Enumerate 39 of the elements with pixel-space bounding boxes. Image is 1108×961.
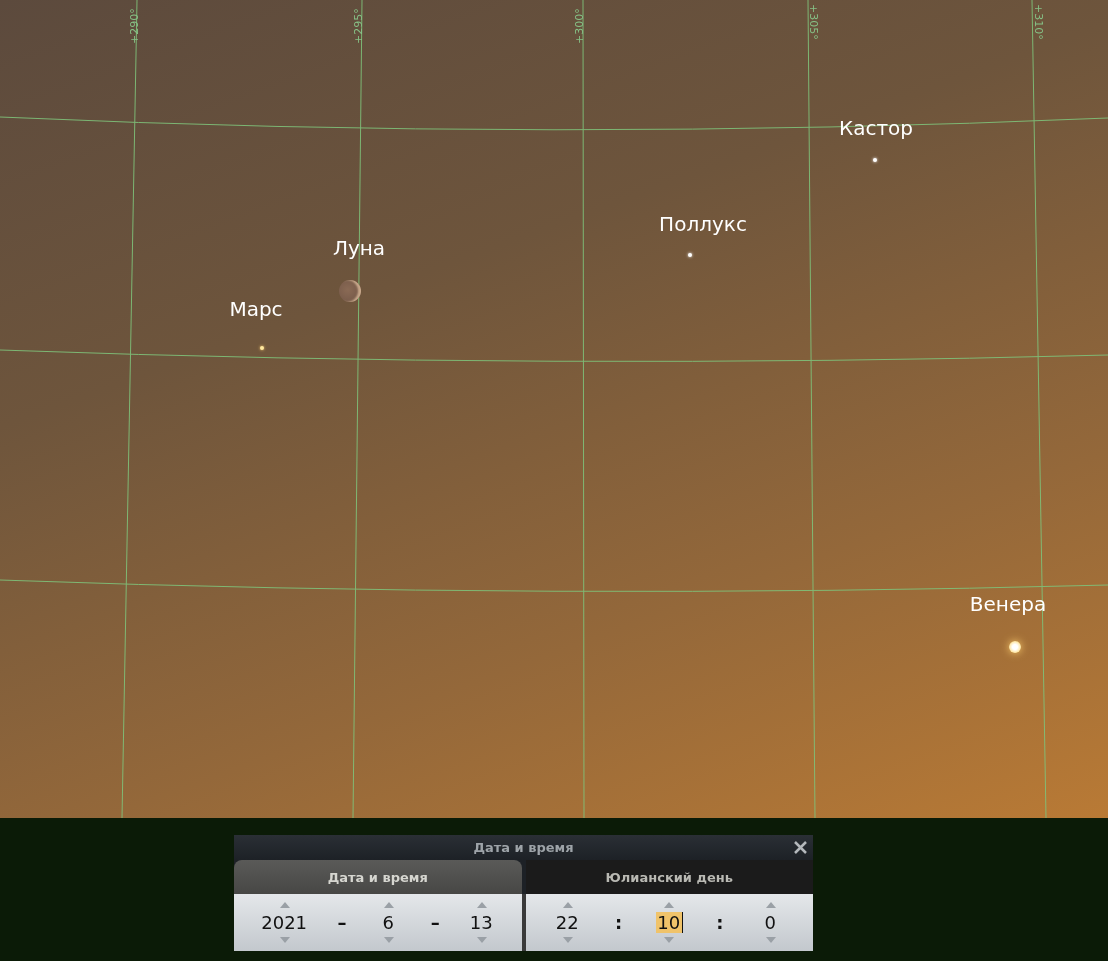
down-arrow-icon[interactable]	[476, 937, 487, 943]
tab[interactable]: Дата и время	[234, 860, 522, 894]
up-arrow-icon[interactable]	[664, 902, 675, 908]
grid-degree-label: +300°	[573, 8, 586, 44]
moon-icon[interactable]	[339, 280, 361, 302]
spinbox-field[interactable]: 6	[375, 912, 403, 933]
separator: :	[716, 912, 724, 933]
up-arrow-icon[interactable]	[765, 902, 776, 908]
object-name-label: Кастор	[839, 116, 913, 140]
grid-degree-label: +305°	[807, 4, 820, 40]
down-arrow-icon[interactable]	[664, 937, 675, 943]
tab[interactable]: Юлианский день	[525, 860, 813, 894]
object-name-label: Луна	[332, 236, 386, 260]
separator: –	[337, 912, 347, 933]
object-name-label: Венера	[969, 592, 1047, 616]
down-arrow-icon[interactable]	[383, 937, 394, 943]
down-arrow-icon[interactable]	[279, 937, 290, 943]
up-arrow-icon[interactable]	[383, 902, 394, 908]
grid-degree-label: +310°	[1032, 4, 1045, 40]
separator: :	[614, 912, 623, 933]
up-arrow-icon[interactable]	[476, 902, 487, 908]
grid-degree-label: +295°	[352, 8, 365, 44]
grid-degree-label: +290°	[128, 8, 141, 44]
planet-icon[interactable]	[260, 346, 264, 350]
up-arrow-icon[interactable]	[562, 902, 573, 908]
spinbox-field[interactable]: 10	[655, 912, 683, 933]
spinbox-field[interactable]: 13	[468, 912, 496, 933]
object-name-label: Марс	[229, 297, 283, 321]
separator: –	[430, 912, 440, 933]
planet-icon[interactable]	[1009, 641, 1021, 653]
close-button[interactable]	[792, 839, 809, 856]
down-arrow-icon[interactable]	[562, 937, 573, 943]
up-arrow-icon[interactable]	[279, 902, 290, 908]
dialog-title: Дата и время	[473, 840, 574, 855]
spinbox-field[interactable]: 22	[554, 912, 582, 933]
spinbox-field[interactable]: 0	[757, 912, 785, 933]
spinbox-field[interactable]: 2021	[260, 912, 310, 933]
object-name-label: Поллукс	[659, 212, 747, 236]
down-arrow-icon[interactable]	[765, 937, 776, 943]
